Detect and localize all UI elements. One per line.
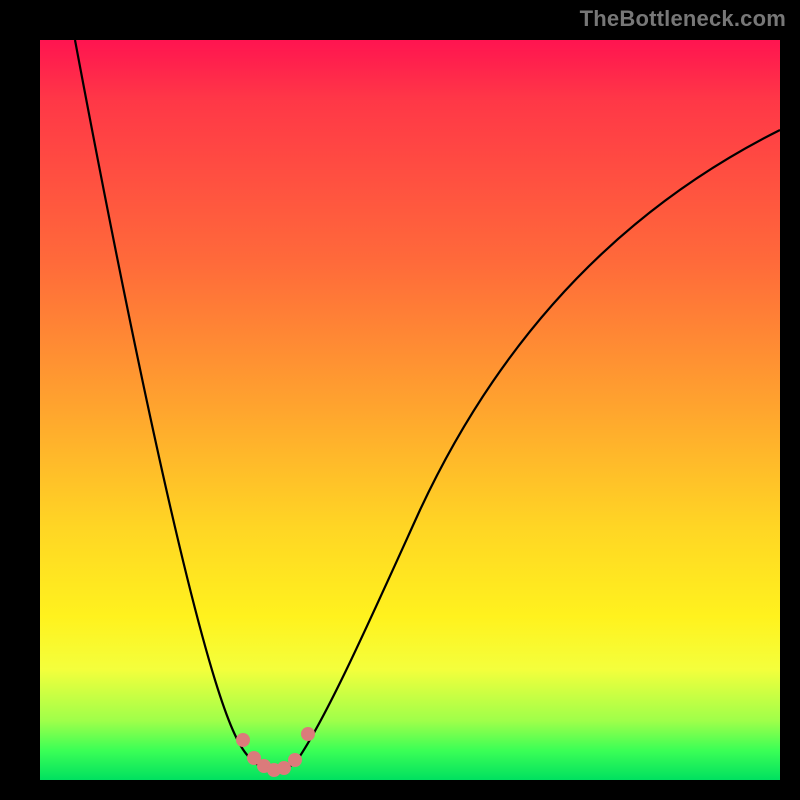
- data-point: [236, 733, 250, 747]
- watermark: TheBottleneck.com: [580, 6, 786, 32]
- plot-area: [40, 40, 780, 780]
- data-point: [288, 753, 302, 767]
- data-point: [301, 727, 315, 741]
- bottleneck-curve: [40, 40, 780, 780]
- chart-container: TheBottleneck.com: [0, 0, 800, 800]
